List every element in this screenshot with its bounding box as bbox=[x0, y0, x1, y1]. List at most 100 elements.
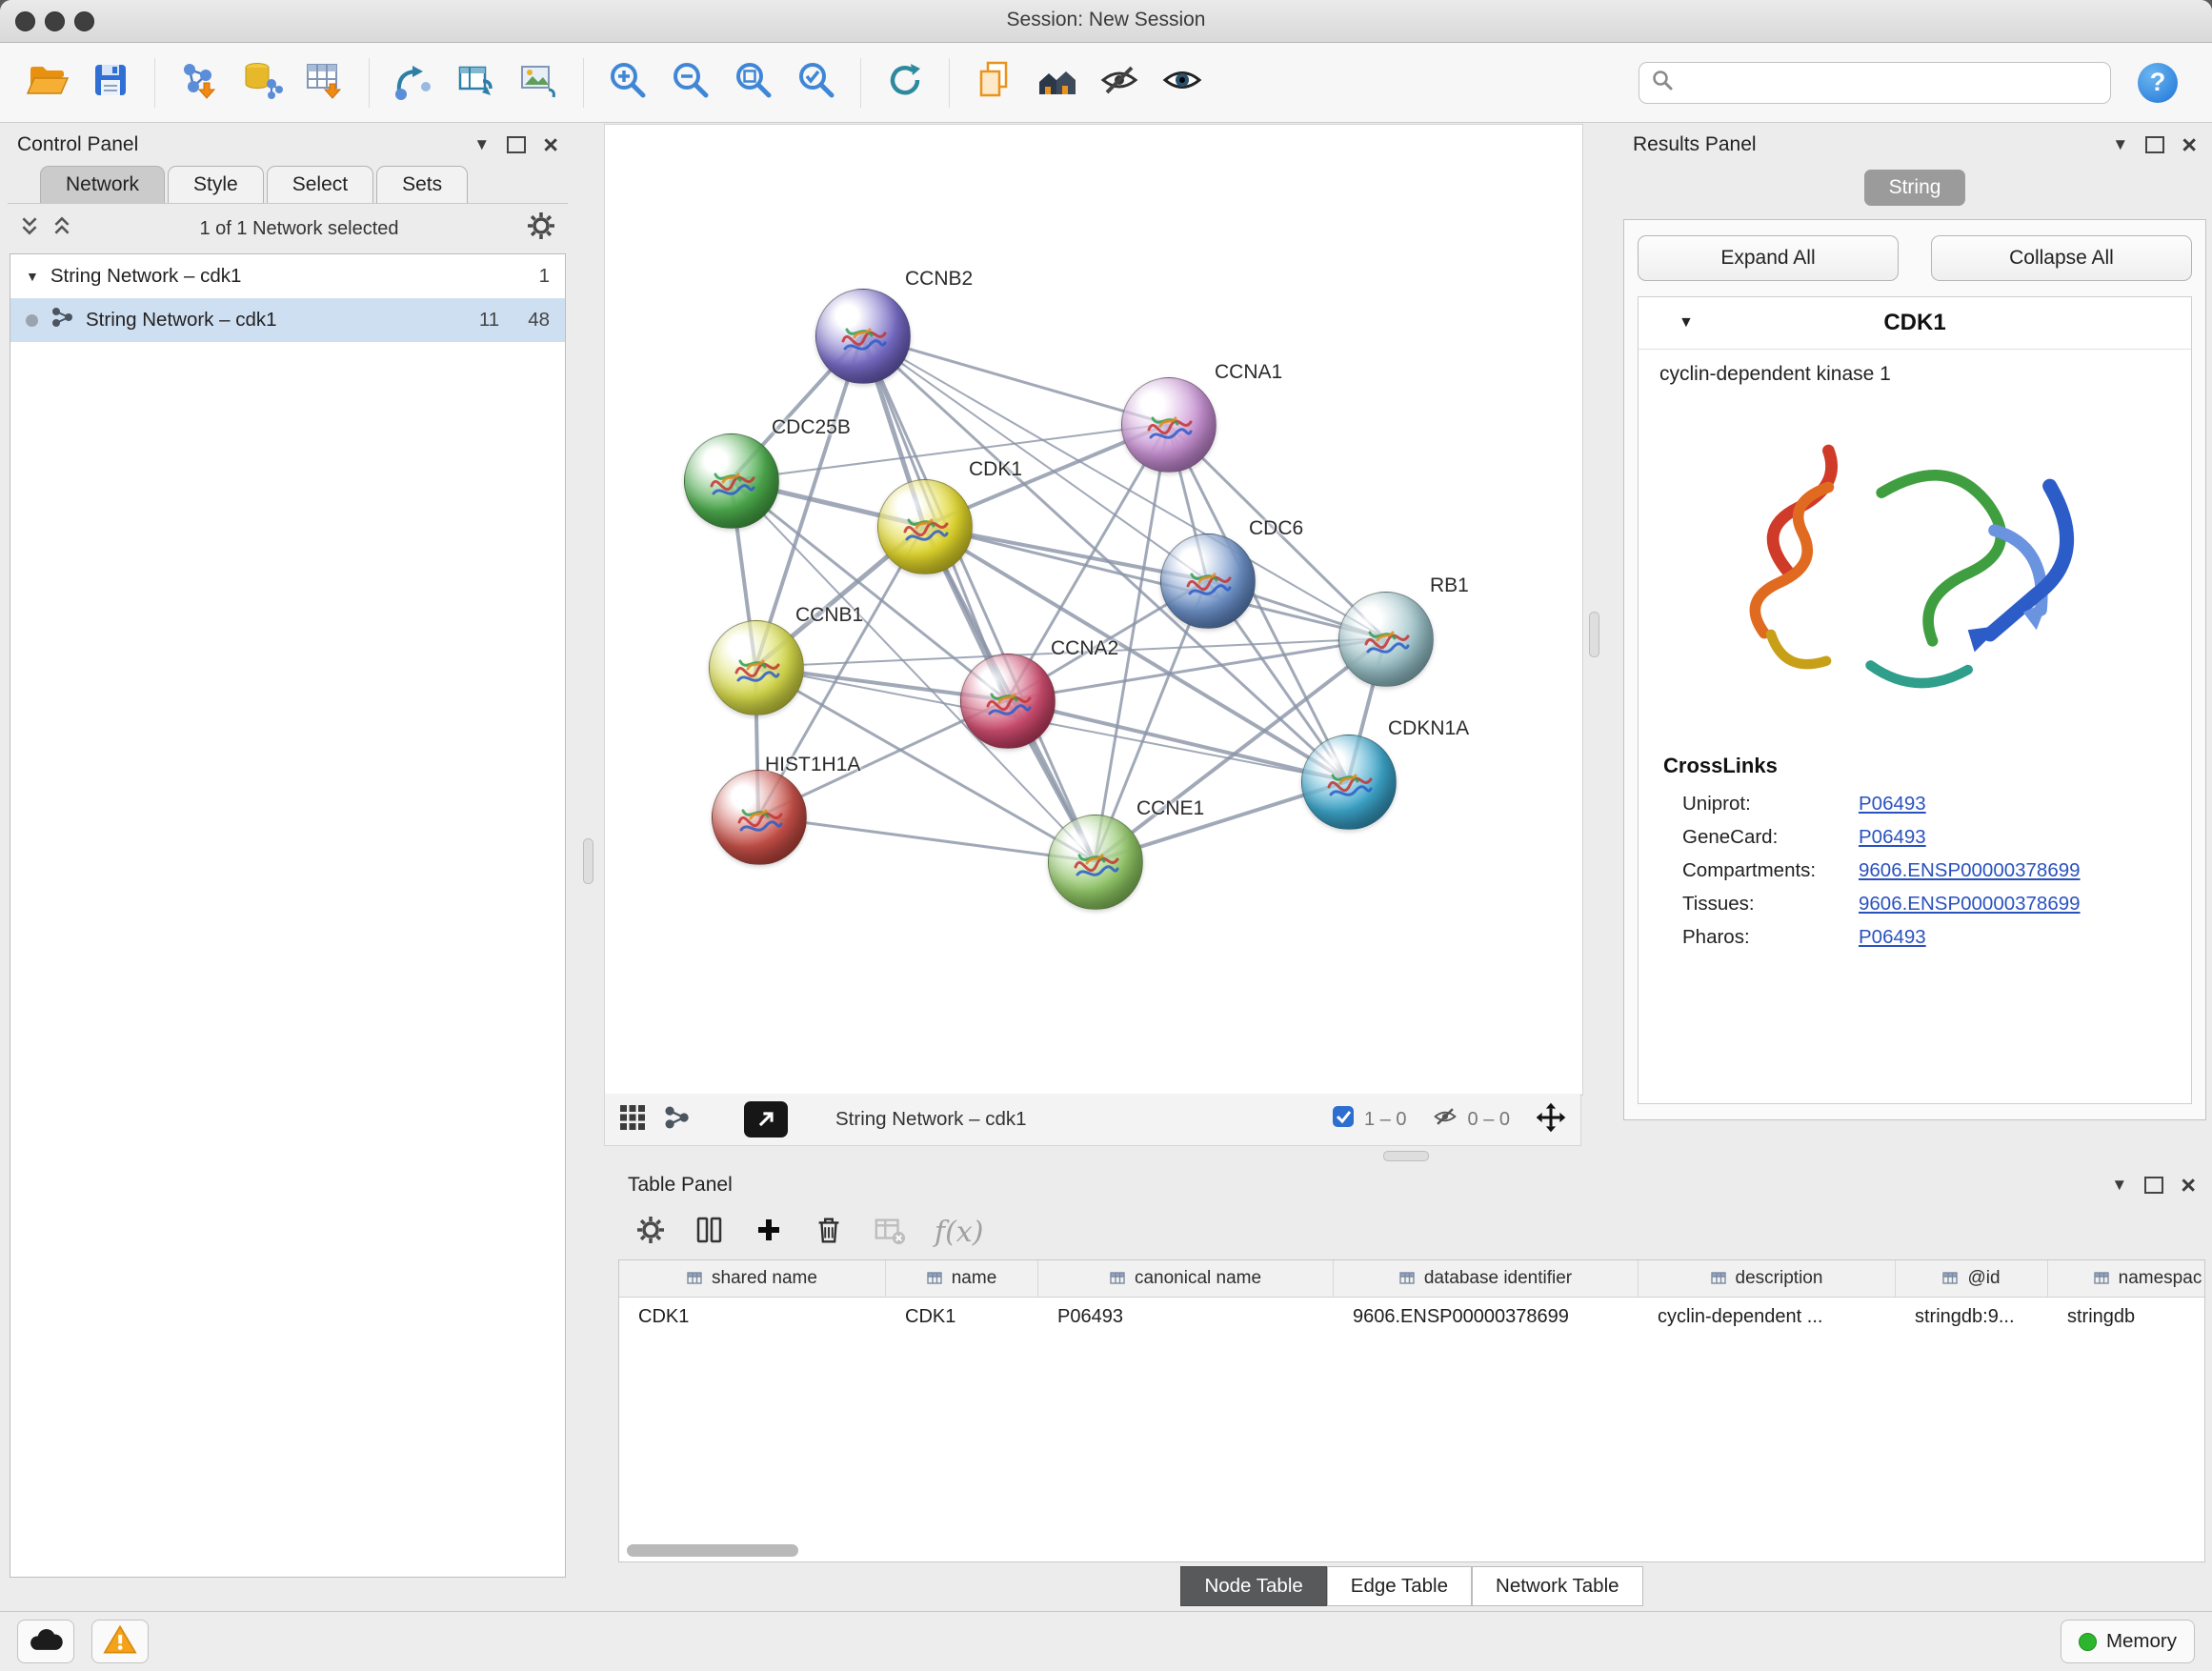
save-session-button[interactable] bbox=[84, 55, 137, 111]
network-view-canvas[interactable]: CCNB2CCNA1CDC25BCDK1CDC6RB1CCNB1CCNA2CDK… bbox=[604, 124, 1583, 1096]
panel-float-icon[interactable] bbox=[2145, 136, 2164, 153]
panel-close-icon[interactable]: × bbox=[2182, 135, 2197, 154]
tree-expand-icon[interactable]: ▼ bbox=[26, 269, 39, 284]
expand-all-button[interactable]: Expand All bbox=[1638, 235, 1899, 281]
network-node-RB1[interactable] bbox=[1338, 592, 1434, 687]
network-node-CDKN1A[interactable] bbox=[1301, 735, 1397, 830]
table-cell: P06493 bbox=[1038, 1298, 1334, 1338]
column-header-namespac[interactable]: namespac bbox=[2048, 1260, 2205, 1297]
open-in-new-window-button[interactable] bbox=[744, 1101, 788, 1137]
import-table-button[interactable] bbox=[298, 55, 352, 111]
network-label: String Network – cdk1 bbox=[86, 309, 277, 332]
warnings-button[interactable] bbox=[91, 1620, 149, 1663]
panel-close-icon[interactable]: × bbox=[543, 135, 558, 154]
function-builder-icon[interactable]: f(x) bbox=[935, 1216, 983, 1249]
network-node-CCNB1[interactable] bbox=[709, 620, 804, 715]
zoom-selected-button[interactable] bbox=[790, 55, 843, 111]
network-options-gear-icon[interactable] bbox=[526, 211, 556, 247]
horizontal-splitter[interactable] bbox=[1383, 1151, 1429, 1161]
pan-move-icon[interactable] bbox=[1535, 1101, 1567, 1138]
panel-collapse-icon[interactable]: ▼ bbox=[473, 135, 490, 154]
report-button[interactable] bbox=[967, 55, 1020, 111]
crosslink-link[interactable]: P06493 bbox=[1859, 926, 1926, 949]
refresh-icon bbox=[883, 58, 927, 107]
tab-network-table[interactable]: Network Table bbox=[1472, 1566, 1643, 1606]
panel-float-icon[interactable] bbox=[2144, 1177, 2163, 1194]
tab-node-table[interactable]: Node Table bbox=[1180, 1566, 1326, 1606]
import-network-database-button[interactable] bbox=[235, 55, 289, 111]
zoom-fit-icon bbox=[732, 58, 775, 107]
show-glass-button[interactable] bbox=[1156, 55, 1209, 111]
import-network-file-button[interactable] bbox=[172, 55, 226, 111]
tab-select[interactable]: Select bbox=[267, 166, 373, 203]
collapse-all-button[interactable]: Collapse All bbox=[1931, 235, 2192, 281]
add-column-plus-icon[interactable] bbox=[754, 1215, 784, 1250]
collapse-all-tree-icon[interactable] bbox=[19, 215, 40, 242]
network-node-CCNA2[interactable] bbox=[960, 654, 1056, 749]
hide-unhide-button[interactable] bbox=[1093, 55, 1146, 111]
tab-network[interactable]: Network bbox=[40, 166, 165, 203]
network-node-CDC25B[interactable] bbox=[684, 433, 779, 529]
crosslink-link[interactable]: P06493 bbox=[1859, 826, 1926, 849]
network-node-CDC6[interactable] bbox=[1160, 534, 1256, 629]
column-header-canonical-name[interactable]: canonical name bbox=[1038, 1260, 1334, 1297]
vertical-splitter-right[interactable] bbox=[1589, 612, 1599, 657]
network-row[interactable]: String Network – cdk1 11 48 bbox=[10, 298, 565, 342]
crosslink-link[interactable]: P06493 bbox=[1859, 793, 1926, 815]
crosslink-link[interactable]: 9606.ENSP00000378699 bbox=[1859, 859, 2081, 882]
help-button[interactable]: ? bbox=[2138, 63, 2178, 103]
zoom-in-icon bbox=[606, 58, 650, 107]
selected-checkbox-icon[interactable] bbox=[1332, 1105, 1355, 1134]
select-columns-icon[interactable] bbox=[694, 1215, 725, 1250]
column-header-description[interactable]: description bbox=[1639, 1260, 1896, 1297]
table-toolbar: f(x) bbox=[618, 1204, 2205, 1259]
network-node-CCNE1[interactable] bbox=[1048, 815, 1143, 910]
gene-card-header[interactable]: ▼ CDK1 bbox=[1639, 297, 2191, 350]
birds-eye-share-icon[interactable] bbox=[662, 1103, 691, 1137]
search-input[interactable] bbox=[1681, 70, 2099, 94]
network-collection-row[interactable]: ▼ String Network – cdk1 1 bbox=[10, 254, 565, 298]
panel-collapse-icon[interactable]: ▼ bbox=[2112, 135, 2128, 154]
string-home-button[interactable] bbox=[1030, 55, 1083, 111]
delete-table-icon bbox=[874, 1214, 906, 1251]
tab-style[interactable]: Style bbox=[168, 166, 264, 203]
tab-sets[interactable]: Sets bbox=[376, 166, 468, 203]
hidden-eye-slash-icon[interactable] bbox=[1432, 1103, 1458, 1136]
crosslink-link[interactable]: 9606.ENSP00000378699 bbox=[1859, 893, 2081, 916]
export-image-button[interactable] bbox=[513, 55, 566, 111]
string-results-box: Expand All Collapse All ▼ CDK1 cyclin-de… bbox=[1623, 219, 2206, 1120]
gene-card: ▼ CDK1 cyclin-dependent kinase 1 bbox=[1638, 296, 2192, 1104]
table-settings-gear-icon[interactable] bbox=[635, 1215, 666, 1250]
delete-column-trash-icon[interactable] bbox=[813, 1214, 845, 1251]
zoom-out-button[interactable] bbox=[664, 55, 717, 111]
vertical-splitter-left[interactable] bbox=[583, 838, 593, 884]
save-icon bbox=[89, 58, 132, 107]
tab-string[interactable]: String bbox=[1864, 170, 1966, 206]
open-session-button[interactable] bbox=[21, 55, 74, 111]
column-header--id[interactable]: @id bbox=[1896, 1260, 2048, 1297]
network-node-CDK1[interactable] bbox=[877, 479, 973, 574]
column-header-name[interactable]: name bbox=[886, 1260, 1038, 1297]
memory-button[interactable]: Memory bbox=[2061, 1620, 2195, 1663]
tab-edge-table[interactable]: Edge Table bbox=[1327, 1566, 1472, 1606]
new-table-button[interactable] bbox=[450, 55, 503, 111]
network-node-CCNA1[interactable] bbox=[1121, 377, 1217, 473]
zoom-in-button[interactable] bbox=[601, 55, 654, 111]
cloud-status-button[interactable] bbox=[17, 1620, 74, 1663]
panel-float-icon[interactable] bbox=[507, 136, 526, 153]
network-node-HIST1H1A[interactable] bbox=[712, 770, 807, 865]
grid-view-icon[interactable] bbox=[618, 1103, 647, 1137]
apply-layout-button[interactable] bbox=[878, 55, 932, 111]
column-header-shared-name[interactable]: shared name bbox=[619, 1260, 886, 1297]
table-horizontal-scrollbar[interactable] bbox=[627, 1544, 798, 1557]
panel-collapse-icon[interactable]: ▼ bbox=[2111, 1176, 2127, 1195]
column-header-database-identifier[interactable]: database identifier bbox=[1334, 1260, 1639, 1297]
gene-collapse-icon[interactable]: ▼ bbox=[1679, 314, 1694, 332]
clone-network-button[interactable] bbox=[387, 55, 440, 111]
crosslink-label: Pharos: bbox=[1682, 926, 1859, 949]
panel-close-icon[interactable]: × bbox=[2181, 1176, 2196, 1195]
network-node-CCNB2[interactable] bbox=[815, 289, 911, 384]
expand-all-tree-icon[interactable] bbox=[51, 215, 72, 242]
zoom-fit-button[interactable] bbox=[727, 55, 780, 111]
table-row[interactable]: CDK1CDK1P064939606.ENSP00000378699cyclin… bbox=[619, 1298, 2204, 1338]
